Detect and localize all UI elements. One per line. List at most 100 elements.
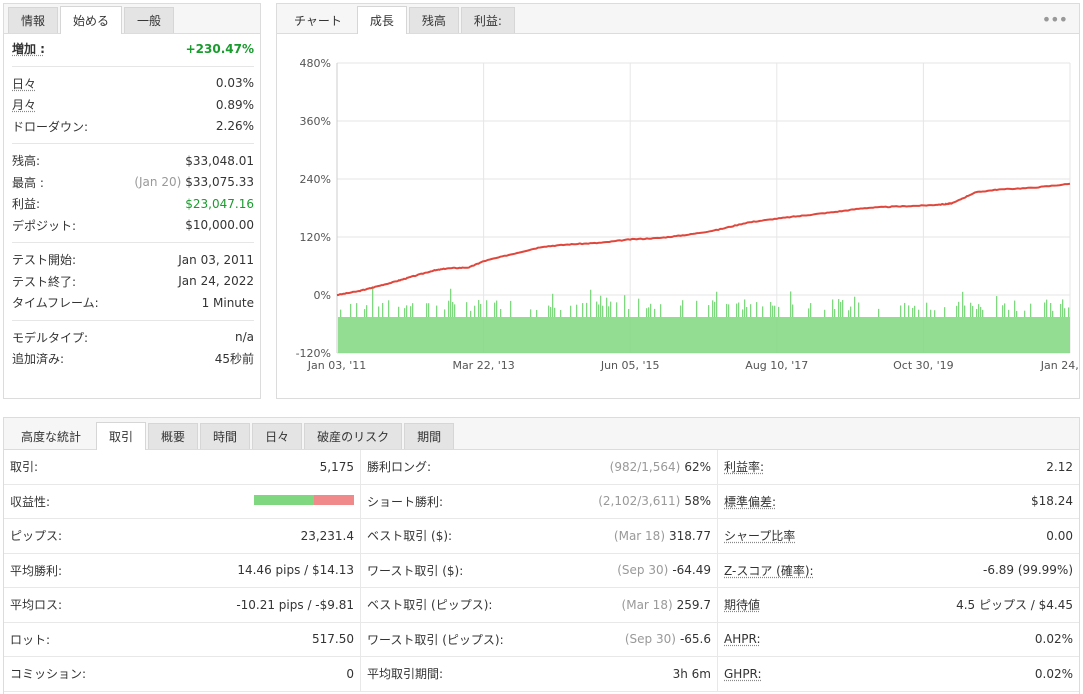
chart-panel: チャート 成長 残高 利益: ••• 480% 360% 240% 120% 0% -12… — [276, 3, 1080, 399]
tab-balance[interactable]: 残高 — [408, 7, 459, 33]
volume-bar — [350, 303, 352, 317]
tab-profit[interactable]: 利益: — [460, 7, 515, 33]
volume-bar — [448, 300, 450, 317]
test-end-value: Jan 24, 2022 — [178, 274, 254, 289]
volume-bar — [832, 299, 834, 317]
tab-risk-of-ruin[interactable]: 破産のリスク — [304, 423, 403, 449]
volume-bar — [436, 305, 438, 317]
stat-label: 利益率: — [724, 460, 765, 475]
stats-cell: 平均取引期間: 3h 6m — [361, 657, 718, 692]
stat-label: 収益性: — [10, 494, 51, 509]
volume-bar — [466, 302, 468, 317]
tab-start[interactable]: 始める — [60, 6, 123, 34]
tab-summary[interactable]: 概要 — [148, 423, 199, 449]
volume-bars — [338, 287, 1070, 353]
volume-bar — [596, 301, 598, 317]
volume-bar — [536, 309, 538, 317]
volume-bar — [444, 309, 446, 317]
volume-bar — [654, 308, 656, 317]
stat-value: 2.12 — [1046, 459, 1073, 474]
profitability-bar-red — [314, 495, 354, 506]
y-tick-label: 480% — [300, 57, 331, 70]
tab-duration[interactable]: 期間 — [404, 423, 455, 449]
daily-label: 日々 — [12, 76, 37, 91]
stat-label: 平均勝利: — [10, 563, 63, 578]
stat-value: $18.24 — [1031, 494, 1073, 509]
stat-value-group: 0.00 — [1046, 529, 1073, 543]
stats-cell: ベスト取引 ($): (Mar 18) 318.77 — [361, 519, 718, 554]
volume-bar — [610, 301, 612, 317]
volume-bar — [746, 306, 748, 317]
stat-label: Z-スコア (確率): — [724, 563, 814, 578]
stat-label: ワースト取引 (ピップス): — [367, 632, 504, 647]
volume-bar — [624, 295, 626, 317]
volume-bar — [762, 306, 764, 317]
daily-value: 0.03% — [215, 76, 254, 91]
tab-growth[interactable]: 成長 — [356, 6, 407, 34]
growth-line — [336, 182, 1071, 297]
y-tick-label: 0% — [314, 289, 331, 302]
stat-label: コミッション: — [10, 667, 87, 682]
stats-cell: 収益性: — [4, 484, 361, 519]
tab-chart[interactable]: チャート — [281, 7, 355, 33]
timeframe-label: タイムフレーム: — [12, 296, 99, 311]
volume-bar — [364, 309, 366, 317]
volume-bar — [834, 308, 836, 317]
stat-label: 平均取引期間: — [367, 667, 444, 682]
volume-bar — [1064, 308, 1066, 317]
model-type-label: モデルタイプ: — [12, 330, 89, 345]
x-tick-label: Jun 05, '15 — [600, 359, 660, 372]
volume-bar — [934, 310, 936, 317]
volume-bar — [494, 302, 496, 317]
stat-value: 0.02% — [1034, 632, 1073, 647]
volume-bar — [576, 304, 578, 317]
stat-value-group: 2.12 — [1046, 460, 1073, 474]
volume-bar — [598, 304, 600, 317]
monthly-row: 月々 0.89% — [12, 94, 254, 116]
stats-tabs: 高度な統計 取引 概要 時間 日々 破産のリスク 期間 — [4, 418, 1079, 450]
volume-bar — [904, 302, 906, 317]
stats-cell: 利益率: 2.12 — [718, 450, 1079, 485]
volume-bar — [372, 287, 374, 317]
volume-bar — [772, 305, 774, 317]
volume-bar — [548, 305, 550, 317]
stats-cell: ショート勝利: (2,102/3,611) 58% — [361, 484, 718, 519]
tab-days[interactable]: 日々 — [252, 423, 303, 449]
volume-bar — [570, 305, 572, 317]
stats-cell: ベスト取引 (ピップス): (Mar 18) 259.7 — [361, 588, 718, 623]
growth-line-path — [336, 182, 1071, 297]
profitability-bar-green — [254, 495, 314, 506]
gain-label: 増加 : — [12, 42, 45, 57]
stat-label: シャープ比率 — [724, 529, 796, 544]
stat-value: 58% — [684, 494, 711, 509]
highest-label: 最高 : — [12, 175, 44, 190]
volume-bar — [406, 305, 408, 317]
stat-value-group: $18.24 — [1031, 494, 1073, 508]
stats-cell: ロット: 517.50 — [4, 622, 361, 657]
x-tick-label: Jan 03, '11 — [307, 359, 366, 372]
x-tick-label: Mar 22, '13 — [452, 359, 514, 372]
tab-trades[interactable]: 取引 — [96, 422, 147, 450]
stat-value-group: 14.46 pips / $14.13 — [237, 563, 354, 577]
volume-bar — [858, 302, 860, 317]
tab-info[interactable]: 情報 — [8, 7, 59, 33]
volume-bar — [388, 300, 390, 317]
volume-bar — [496, 300, 498, 317]
balance-row: 残高: $33,048.01 — [12, 150, 254, 172]
volume-bar — [850, 306, 852, 317]
volume-bar — [586, 302, 588, 317]
volume-bar — [708, 305, 710, 317]
more-dots-icon[interactable]: ••• — [1042, 10, 1068, 29]
deposit-label: デポジット: — [12, 218, 77, 233]
stats-cell: AHPR: 0.02% — [718, 623, 1079, 657]
volume-bar — [1004, 303, 1006, 317]
stat-value: -64.49 — [672, 563, 711, 578]
profit-row: 利益: $23,047.16 — [12, 193, 254, 215]
tab-hours[interactable]: 時間 — [200, 423, 251, 449]
stats-grid: 取引: 5,175 勝利ロング: (982/1,564) 62% 利益率: 2.12 収益性:… — [4, 450, 1079, 692]
y-tick-label: 120% — [300, 231, 331, 244]
stat-label: ワースト取引 ($): — [367, 563, 464, 578]
volume-bar — [914, 305, 916, 317]
tab-general[interactable]: 一般 — [124, 7, 175, 33]
tab-advanced-stats[interactable]: 高度な統計 — [8, 423, 94, 449]
